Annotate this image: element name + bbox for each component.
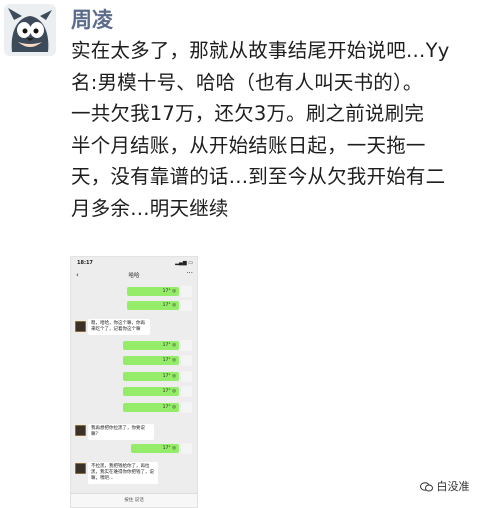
chat-screenshot-image[interactable]: 18:17 ▂▄▆ ▭ ‹ 哈哈 ··· 17° ◎ 17° ◎ 嗯，哈哈，你这… <box>70 256 198 508</box>
outgoing-transfer-bubble: 17° ◎ <box>123 403 179 412</box>
outgoing-transfer-bubble: 17° ◎ <box>127 287 179 296</box>
cat-avatar-icon <box>181 443 192 454</box>
cat-avatar-icon <box>181 355 192 366</box>
incoming-message-bubble: 嗯，哈哈，你这个嘛，你再来吃个了，记着你这个嘛 <box>88 319 150 335</box>
contact-avatar-icon <box>75 425 86 436</box>
outgoing-transfer-bubble: 17° ◎ <box>123 356 179 365</box>
cat-avatar-icon <box>181 340 192 351</box>
post-line: 名:男模十号、哈哈（也有人叫天书的）。 <box>71 70 423 94</box>
post-line: 月多余…明天继续 <box>71 196 229 220</box>
phone-status-bar: 18:17 ▂▄▆ ▭ <box>71 257 197 269</box>
more-icon: ··· <box>186 269 193 277</box>
contact-avatar-icon <box>75 321 86 332</box>
outgoing-transfer-bubble: 17° ◎ <box>123 372 179 381</box>
post-line: 半个月结账，从开始结账日起，一天拖一 <box>71 133 426 157</box>
post-line: 实在太多了，那就从故事结尾开始说吧…Yy <box>71 39 450 62</box>
outgoing-transfer-bubble: 17° ◎ <box>131 444 179 453</box>
chat-nav-bar: ‹ 哈哈 ··· <box>71 269 197 282</box>
cat-avatar-icon <box>181 386 192 397</box>
post-line: 一共欠我17万，还欠3万。刷之前说刷完 <box>71 102 425 125</box>
cat-avatar-icon <box>181 300 192 311</box>
post-line: 天，没有靠谱的话…到至今从欠我开始有二 <box>71 165 446 188</box>
outgoing-transfer-bubble: 17° ◎ <box>127 301 179 310</box>
post-body: 实在太多了，那就从故事结尾开始说吧…Yy 名:男模十号、哈哈（也有人叫天书的）。… <box>71 35 491 224</box>
author-name[interactable]: 周凌 <box>71 4 113 34</box>
wechat-logo-icon <box>420 482 433 492</box>
outgoing-transfer-bubble: 17° ◎ <box>123 341 179 350</box>
hold-to-talk-button[interactable]: 按住 说话 <box>71 493 197 507</box>
watermark-text: 白没准 <box>436 480 470 493</box>
cartoon-cat-avatar-icon <box>4 4 56 56</box>
contact-avatar-icon <box>75 463 86 474</box>
outgoing-transfer-bubble: 17° ◎ <box>123 387 179 396</box>
incoming-message-bubble: 不拉黑，我把钱给你了，再拉黑，我实在难得你你把钱了，说嘛，嘿吧… <box>88 462 158 484</box>
cat-avatar-icon <box>181 371 192 382</box>
status-time: 18:17 <box>77 260 93 266</box>
cat-avatar-icon <box>181 402 192 413</box>
incoming-message-bubble: 我再想把你拉黑了，你要说嘛？ <box>88 424 154 440</box>
signal-battery-icon: ▂▄▆ ▭ <box>175 260 193 266</box>
author-avatar[interactable] <box>4 4 56 56</box>
watermark: 白没准 <box>420 478 470 494</box>
chat-title: 哈哈 <box>128 273 140 279</box>
cat-avatar-icon <box>181 286 192 297</box>
